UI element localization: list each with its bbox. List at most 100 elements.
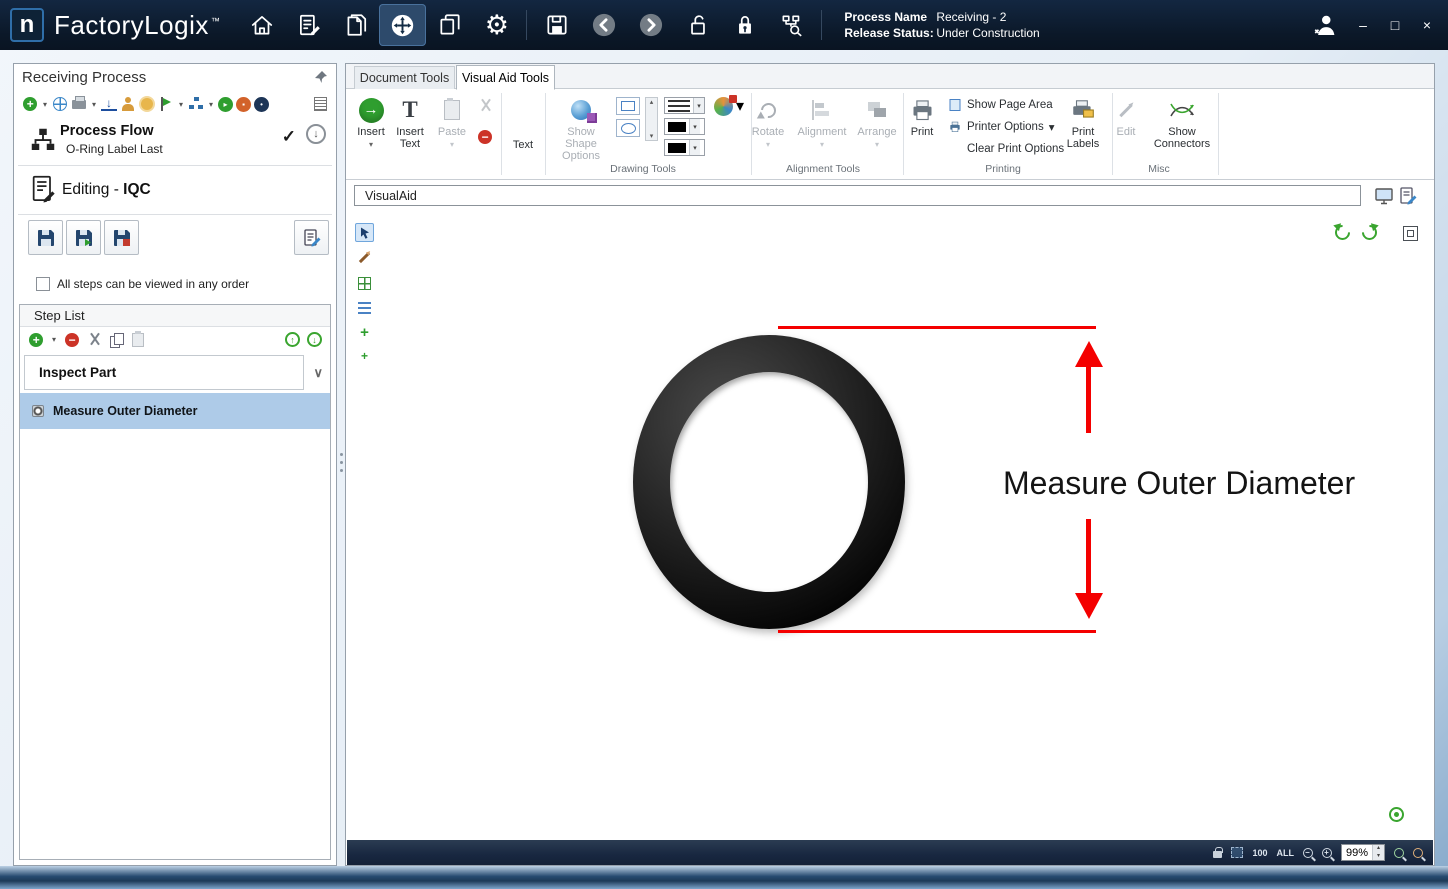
show-connectors-button[interactable]: Show Connectors	[1151, 92, 1213, 150]
fit-view-icon[interactable]	[1389, 807, 1404, 822]
move-step-up-button[interactable]: ↑	[285, 332, 300, 347]
activate-button[interactable]: ▸	[218, 97, 233, 112]
lock-icon[interactable]	[1213, 851, 1222, 858]
tab-visual-aid-tools[interactable]: Visual Aid Tools	[456, 65, 555, 90]
save-as-button[interactable]	[66, 220, 101, 255]
globe-button[interactable]	[52, 96, 68, 112]
zoom-all-button[interactable]: ALL	[1276, 848, 1294, 858]
annotation-text[interactable]: Measure Outer Diameter	[1003, 465, 1355, 502]
visual-aid-canvas[interactable]: + + Measure Outer Diameter	[347, 215, 1433, 839]
process-search-button[interactable]	[768, 4, 815, 46]
snap-lines-tool[interactable]	[355, 299, 374, 318]
archive-button[interactable]: •	[254, 97, 269, 112]
text-button[interactable]: Text	[504, 92, 542, 168]
zoom-fit-icon[interactable]	[1413, 848, 1423, 858]
rectangle-shape-button[interactable]	[616, 97, 640, 115]
add-step-button[interactable]: +	[28, 332, 44, 348]
tree-view-button[interactable]	[188, 96, 204, 112]
zoom-in-icon[interactable]: +	[1322, 848, 1332, 858]
any-order-checkbox[interactable]	[36, 277, 50, 291]
user-icon[interactable]	[1310, 10, 1340, 40]
spin-up-icon[interactable]: ▴	[1377, 845, 1380, 852]
maximize-button[interactable]: □	[1386, 17, 1404, 33]
flag-button[interactable]	[158, 96, 174, 112]
shape-gallery-scrollbar[interactable]: ▴ ▾	[645, 97, 658, 141]
settings-button[interactable]: ⚙	[473, 4, 520, 46]
step-group-inspect-part[interactable]: Inspect Part ∨	[24, 355, 304, 390]
save-button[interactable]	[533, 4, 580, 46]
add-button[interactable]: +	[22, 96, 38, 112]
selection-area-icon[interactable]	[1231, 847, 1243, 858]
arrange-button[interactable]: Arrange ▾	[852, 92, 902, 151]
back-button[interactable]	[580, 4, 627, 46]
library-button[interactable]	[332, 4, 379, 46]
document-title-field[interactable]: VisualAid	[354, 185, 1361, 206]
o-ring-image[interactable]	[633, 335, 905, 629]
chevron-down-icon[interactable]: ∨	[313, 365, 323, 381]
process-flow-button[interactable]	[379, 4, 426, 46]
add-caret-icon[interactable]: ▾	[41, 100, 49, 109]
draw-tool[interactable]	[355, 248, 374, 267]
process-definition-button[interactable]	[285, 4, 332, 46]
alignment-button[interactable]: Alignment ▾	[794, 92, 850, 151]
remove-shape-button[interactable]: −	[477, 129, 493, 145]
tab-document-tools[interactable]: Document Tools	[354, 66, 455, 89]
unlock-button[interactable]	[674, 4, 721, 46]
edit-properties-button[interactable]	[294, 220, 329, 255]
options-button[interactable]	[139, 96, 155, 112]
remove-step-button[interactable]: −	[64, 332, 80, 348]
insert-button[interactable]: → Insert ▾	[349, 92, 393, 151]
cut-button[interactable]	[477, 97, 493, 113]
rotate-button[interactable]: Rotate ▾	[745, 92, 791, 151]
edit-document-button[interactable]	[1398, 186, 1418, 206]
ellipse-shape-button[interactable]	[616, 119, 640, 137]
zoom-100-button[interactable]: 100	[1252, 848, 1267, 858]
scroll-up-icon[interactable]: ▴	[650, 98, 654, 106]
fill-color-dropdown[interactable]: ▾	[664, 139, 705, 156]
select-move-tool[interactable]	[355, 223, 374, 242]
lock-button[interactable]	[721, 4, 768, 46]
show-shape-options-button[interactable]: Show Shape Options	[552, 92, 610, 162]
grid-tool[interactable]	[355, 274, 374, 293]
dimension-line-bottom[interactable]	[778, 630, 1096, 633]
zoom-selection-icon[interactable]	[1394, 848, 1404, 858]
list-view-button[interactable]	[312, 96, 328, 112]
undo-icon[interactable]	[1332, 222, 1353, 243]
process-flow-row[interactable]: Process Flow O-Ring Label Last ✓ ↓	[14, 117, 336, 163]
paste-step-button[interactable]	[130, 332, 146, 348]
add-element-tool[interactable]: +	[355, 323, 374, 342]
line-color-dropdown[interactable]: ▾	[664, 118, 705, 135]
operator-button[interactable]	[120, 96, 136, 112]
format-painter-dropdown[interactable]: ▾	[714, 96, 744, 116]
line-style-dropdown[interactable]: ▾	[664, 97, 705, 114]
zoom-spinner-buttons[interactable]: ▴▾	[1372, 845, 1384, 860]
save-template-button[interactable]	[104, 220, 139, 255]
save-process-button[interactable]	[28, 220, 63, 255]
hold-button[interactable]: ▪	[236, 97, 251, 112]
minimize-button[interactable]: –	[1354, 17, 1372, 33]
cut-step-button[interactable]	[86, 332, 102, 348]
home-button[interactable]	[238, 4, 285, 46]
move-step-down-button[interactable]: ↓	[307, 332, 322, 347]
add-annotation-tool[interactable]: +	[355, 346, 374, 365]
dimension-line-top[interactable]	[778, 326, 1096, 329]
edit-button[interactable]: Edit	[1103, 92, 1149, 138]
copy-step-button[interactable]	[108, 332, 124, 348]
forward-button[interactable]	[627, 4, 674, 46]
zoom-level-spinner[interactable]: 99% ▴▾	[1341, 844, 1385, 861]
documents-button[interactable]	[426, 4, 473, 46]
flag-caret-icon[interactable]: ▾	[177, 100, 185, 109]
add-step-caret-icon[interactable]: ▾	[50, 335, 58, 344]
spin-down-icon[interactable]: ▾	[1377, 853, 1380, 860]
step-row-measure-outer-diameter[interactable]: Measure Outer Diameter	[20, 393, 330, 429]
tree-caret-icon[interactable]: ▾	[207, 100, 215, 109]
redo-icon[interactable]	[1359, 222, 1380, 243]
paste-button[interactable]: Paste ▾	[432, 92, 472, 151]
panel-splitter[interactable]	[338, 63, 344, 866]
fullscreen-icon[interactable]	[1403, 226, 1418, 241]
zoom-out-icon[interactable]: −	[1303, 848, 1313, 858]
collapse-button[interactable]: ↓	[306, 124, 326, 144]
print-caret-icon[interactable]: ▾	[90, 100, 98, 109]
close-button[interactable]: ×	[1418, 17, 1436, 33]
print-button[interactable]: Print	[899, 92, 945, 138]
